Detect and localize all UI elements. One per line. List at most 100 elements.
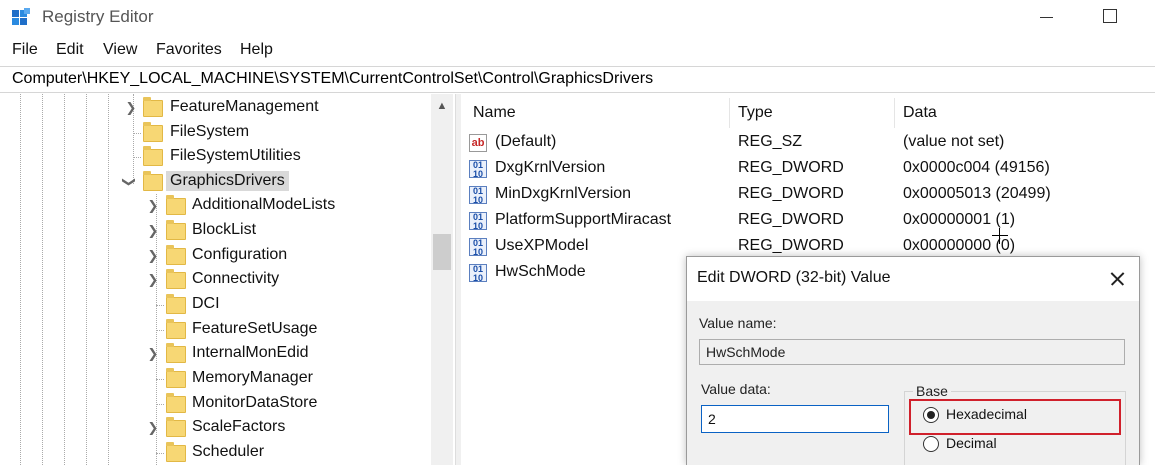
annotation-highlight-box	[909, 399, 1121, 435]
key-tree[interactable]: ❯ FeatureManagement FileSystem FileSyste…	[0, 94, 455, 465]
tree-item-graphicsdrivers[interactable]: ❯ GraphicsDrivers	[0, 170, 430, 194]
tree-item-monitordatastore[interactable]: MonitorDataStore	[0, 392, 430, 416]
address-bar[interactable]: Computer\HKEY_LOCAL_MACHINE\SYSTEM\Curre…	[0, 66, 1155, 93]
value-row-platformsupportmiracast[interactable]: 01 10 PlatformSupportMiracast REG_DWORD 0…	[461, 209, 1155, 235]
folder-icon	[166, 269, 186, 289]
column-header-type[interactable]: Type	[738, 104, 773, 122]
base-label: Base	[913, 383, 951, 399]
tree-item-label: InternalMonEdid	[192, 344, 309, 361]
value-type: REG_DWORD	[738, 185, 844, 202]
chevron-right-icon[interactable]: ❯	[146, 421, 160, 435]
folder-icon	[166, 294, 186, 314]
scroll-thumb[interactable]	[433, 234, 451, 270]
tree-item-label: Connectivity	[192, 270, 280, 287]
value-data: (value not set)	[903, 133, 1005, 150]
folder-icon	[166, 442, 186, 462]
tree-item-blocklist[interactable]: ❯ BlockList	[0, 219, 430, 243]
tree-item-scalefactors[interactable]: ❯ ScaleFactors	[0, 416, 430, 440]
minimize-button[interactable]	[1030, 0, 1066, 34]
folder-icon	[143, 97, 163, 117]
value-data: 0x00005013 (20499)	[903, 185, 1051, 202]
tree-item-label: FileSystem	[170, 123, 250, 140]
value-row-dxgkrnlversion[interactable]: 01 10 DxgKrnlVersion REG_DWORD 0x0000c004…	[461, 157, 1155, 183]
maximize-button[interactable]	[1090, 0, 1126, 34]
binary-value-icon: 01 10	[469, 186, 487, 205]
tree-item-label: MemoryManager	[192, 369, 313, 386]
value-data: 0x0000c004 (49156)	[903, 159, 1050, 176]
tree-item-filesystem[interactable]: FileSystem	[0, 121, 430, 145]
address-path[interactable]: Computer\HKEY_LOCAL_MACHINE\SYSTEM\Curre…	[12, 70, 653, 88]
tree-item-internalmonedid[interactable]: ❯ InternalMonEdid	[0, 342, 430, 366]
binary-value-icon: 01 10	[469, 264, 487, 283]
tree-item-label: BlockList	[192, 221, 257, 238]
value-name: HwSchMode	[495, 263, 586, 280]
value-name-field: HwSchMode	[699, 339, 1125, 365]
value-data: 0x00000001 (1)	[903, 211, 1016, 228]
crosshair-cursor-icon	[992, 228, 1008, 244]
tree-item-configuration[interactable]: ❯ Configuration	[0, 244, 430, 268]
value-row-default[interactable]: ab (Default) REG_SZ (value not set)	[461, 131, 1155, 157]
folder-icon	[166, 220, 186, 240]
dialog-title: Edit DWORD (32-bit) Value	[697, 269, 891, 286]
value-data-input[interactable]	[701, 405, 889, 433]
tree-item-label: DCI	[192, 295, 220, 312]
chevron-right-icon[interactable]: ❯	[146, 224, 160, 238]
chevron-right-icon[interactable]: ❯	[146, 347, 160, 361]
tree-item-label: FileSystemUtilities	[170, 147, 301, 164]
menu-file[interactable]: File	[12, 41, 38, 59]
window-title: Registry Editor	[42, 7, 154, 26]
tree-item-scheduler[interactable]: Scheduler	[0, 441, 430, 465]
value-name-label: Value name:	[699, 315, 777, 331]
tree-item-connectivity[interactable]: ❯ Connectivity	[0, 268, 430, 292]
column-header-name[interactable]: Name	[473, 104, 516, 122]
radio-unchecked-icon[interactable]	[923, 436, 939, 452]
tree-item-label: AdditionalModeLists	[192, 196, 336, 213]
tree-item-label: GraphicsDrivers	[166, 171, 289, 191]
chevron-right-icon[interactable]: ❯	[146, 249, 160, 263]
scroll-up-arrow-icon[interactable]: ▲	[431, 100, 453, 118]
dialog-body: Value name: HwSchMode Value data: Base H…	[687, 301, 1139, 465]
radio-label: Decimal	[946, 435, 997, 451]
chevron-right-icon[interactable]: ❯	[124, 101, 138, 115]
value-type: REG_DWORD	[738, 211, 844, 228]
tree-item-dci[interactable]: DCI	[0, 293, 430, 317]
value-name: MinDxgKrnlVersion	[495, 185, 632, 202]
registry-editor-icon	[12, 8, 30, 25]
folder-icon	[166, 245, 186, 265]
binary-value-icon: 01 10	[469, 160, 487, 179]
menu-bar: File Edit View Favorites Help	[0, 38, 1155, 64]
value-type: REG_DWORD	[738, 237, 844, 254]
value-name: UseXPModel	[495, 237, 589, 254]
title-bar: Registry Editor	[0, 0, 1155, 34]
column-header-data[interactable]: Data	[903, 104, 937, 122]
menu-favorites[interactable]: Favorites	[156, 41, 222, 59]
binary-value-icon: 01 10	[469, 212, 487, 231]
menu-help[interactable]: Help	[240, 41, 273, 59]
value-name: DxgKrnlVersion	[495, 159, 606, 176]
close-icon[interactable]	[1103, 265, 1131, 293]
tree-item-additionalmodelists[interactable]: ❯ AdditionalModeLists	[0, 194, 430, 218]
folder-icon	[166, 195, 186, 215]
folder-icon	[166, 417, 186, 437]
string-value-icon: ab	[469, 134, 487, 152]
tree-scrollbar[interactable]: ▲	[431, 94, 453, 465]
tree-item-label: ScaleFactors	[192, 418, 286, 435]
tree-item-label: Configuration	[192, 246, 288, 263]
folder-icon	[143, 146, 163, 166]
menu-view[interactable]: View	[103, 41, 137, 59]
folder-icon	[166, 393, 186, 413]
tree-item-label: Scheduler	[192, 443, 265, 460]
menu-edit[interactable]: Edit	[56, 41, 84, 59]
chevron-right-icon[interactable]: ❯	[146, 273, 160, 287]
value-row-mindxgkrnlversion[interactable]: 01 10 MinDxgKrnlVersion REG_DWORD 0x00005…	[461, 183, 1155, 209]
tree-item-filesystemutilities[interactable]: FileSystemUtilities	[0, 145, 430, 169]
tree-item-featuremanagement[interactable]: ❯ FeatureManagement	[0, 96, 430, 120]
value-type: REG_SZ	[738, 133, 803, 150]
edit-dword-dialog: Edit DWORD (32-bit) Value Value name: Hw…	[686, 256, 1140, 465]
chevron-right-icon[interactable]: ❯	[146, 199, 160, 213]
tree-item-featuresetusage[interactable]: FeatureSetUsage	[0, 318, 430, 342]
tree-item-label: FeatureSetUsage	[192, 320, 318, 337]
tree-item-memorymanager[interactable]: MemoryManager	[0, 367, 430, 391]
value-data-label: Value data:	[701, 381, 771, 397]
chevron-down-icon[interactable]: ❯	[122, 175, 137, 189]
